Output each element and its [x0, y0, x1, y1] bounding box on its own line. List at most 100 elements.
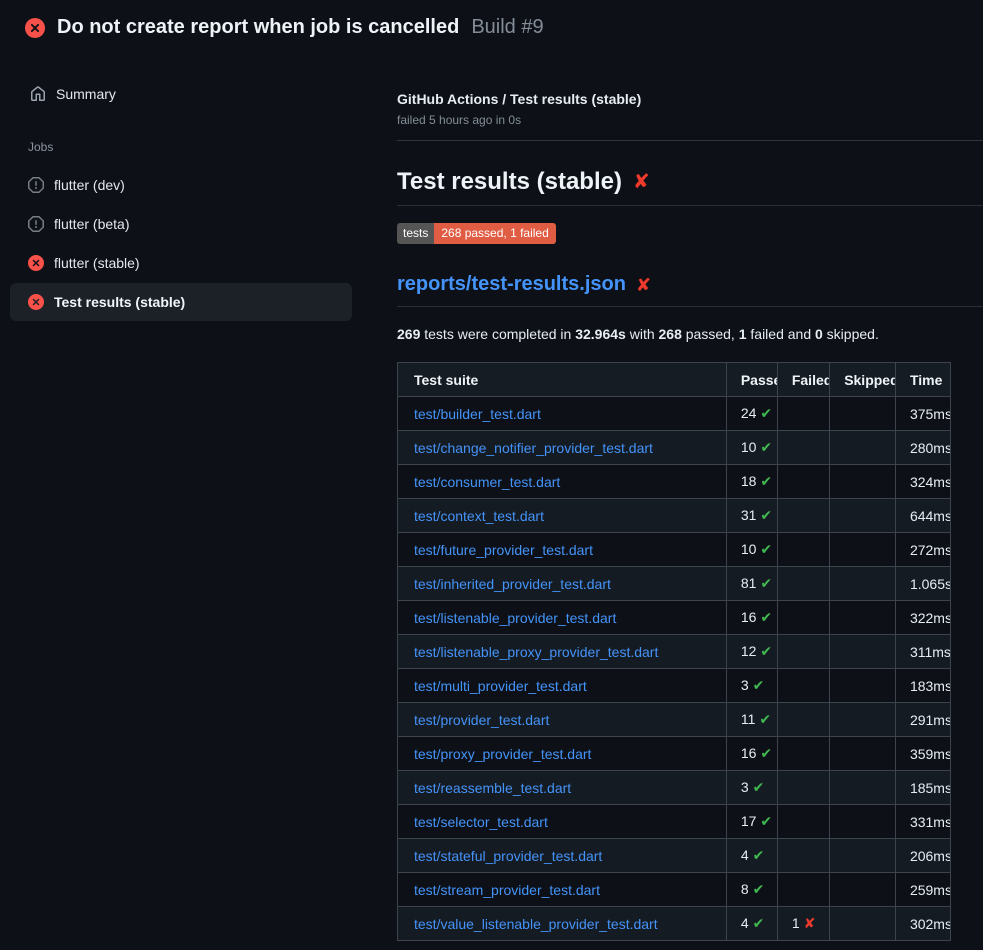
sidebar-item-flutter-stable[interactable]: flutter (stable)	[10, 244, 352, 282]
badge-value: 268 passed, 1 failed	[434, 223, 555, 244]
test-suite-link[interactable]: test/builder_test.dart	[414, 406, 541, 422]
jobs-list: flutter (dev)flutter (beta) flutter (stab…	[10, 166, 352, 321]
home-icon	[30, 86, 46, 102]
test-suite-link[interactable]: test/change_notifier_provider_test.dart	[414, 440, 653, 456]
failed-cell	[777, 465, 829, 499]
check-run-title-text: Test results (stable)	[397, 168, 622, 196]
time-cell: 322ms	[895, 601, 950, 635]
skipped-cell	[830, 703, 896, 737]
test-suite-link[interactable]: test/inherited_provider_test.dart	[414, 576, 611, 592]
table-row: test/proxy_provider_test.dart 16✔ 359ms	[398, 737, 951, 771]
tests-badge: tests 268 passed, 1 failed	[397, 223, 556, 244]
time-cell: 324ms	[895, 465, 950, 499]
summary-text: failed and	[747, 326, 816, 342]
report-file-heading: reports/test-results.json ✘	[397, 273, 983, 307]
table-row: test/change_notifier_provider_test.dart 1…	[398, 431, 951, 465]
failed-cell	[777, 703, 829, 737]
summary-text: passed,	[682, 326, 739, 342]
report-file-link[interactable]: reports/test-results.json	[397, 273, 626, 296]
skipped-cell	[830, 839, 896, 873]
sidebar-job-label: flutter (stable)	[54, 255, 140, 271]
test-suite-cell: test/context_test.dart	[398, 499, 727, 533]
time-cell: 359ms	[895, 737, 950, 771]
test-suite-link[interactable]: test/listenable_provider_test.dart	[414, 610, 616, 626]
test-suite-cell: test/listenable_provider_test.dart	[398, 601, 727, 635]
table-row: test/listenable_proxy_provider_test.dart…	[398, 635, 951, 669]
summary-text: tests were completed in	[420, 326, 575, 342]
failed-cell	[777, 499, 829, 533]
passed-count: 4	[741, 915, 749, 931]
test-suite-link[interactable]: test/future_provider_test.dart	[414, 542, 593, 558]
passed-count: 11	[741, 711, 756, 727]
passed-cell: 10✔	[726, 431, 777, 465]
table-row: test/provider_test.dart 11✔ 291ms	[398, 703, 951, 737]
check-icon: ✔	[760, 473, 772, 489]
time-cell: 311ms	[895, 635, 950, 669]
failed-cell	[777, 601, 829, 635]
test-suite-link[interactable]: test/reassemble_test.dart	[414, 780, 571, 796]
time-cell: 185ms	[895, 771, 950, 805]
sidebar-job-label: Test results (stable)	[54, 294, 185, 310]
passed-count: 4	[741, 847, 749, 863]
badge-label: tests	[397, 223, 434, 244]
sidebar-item-flutter-dev[interactable]: flutter (dev)	[10, 166, 352, 204]
check-icon: ✔	[760, 405, 772, 421]
test-suite-cell: test/builder_test.dart	[398, 397, 727, 431]
total-count: 269	[397, 326, 420, 342]
passed-cell: 3✔	[726, 771, 777, 805]
test-suite-link[interactable]: test/multi_provider_test.dart	[414, 678, 587, 694]
sidebar-item-flutter-beta[interactable]: flutter (beta)	[10, 205, 352, 243]
test-suite-link[interactable]: test/consumer_test.dart	[414, 474, 560, 490]
passed-cell: 16✔	[726, 737, 777, 771]
passed-cell: 11✔	[726, 703, 777, 737]
time-cell: 272ms	[895, 533, 950, 567]
table-row: test/inherited_provider_test.dart81✔1.06…	[398, 567, 951, 601]
passed-count: 12	[741, 643, 757, 659]
failed-x-icon: ✘	[633, 172, 650, 192]
test-suite-link[interactable]: test/listenable_proxy_provider_test.dart	[414, 644, 658, 660]
test-suite-link[interactable]: test/stream_provider_test.dart	[414, 882, 600, 898]
time-value: 302ms	[910, 916, 951, 932]
failed-cell	[777, 839, 829, 873]
skipped-cell	[830, 737, 896, 771]
table-row: test/multi_provider_test.dart3✔183ms	[398, 669, 951, 703]
time-cell: 644ms	[895, 499, 950, 533]
test-suite-link[interactable]: test/value_listenable_provider_test.dart	[414, 916, 658, 932]
check-status-line: failed 5 hours ago in 0s	[397, 113, 983, 127]
test-results-table: Test suite Passed Failed Skipped Time te…	[397, 362, 951, 941]
summary-text: skipped.	[823, 326, 879, 342]
failed-x-icon: ✘	[636, 276, 651, 294]
failed-cell	[777, 567, 829, 601]
passed-count: 268	[659, 326, 682, 342]
test-suite-link[interactable]: test/stateful_provider_test.dart	[414, 848, 602, 864]
time-cell: 302ms	[895, 907, 950, 941]
time-cell: 206ms	[895, 839, 950, 873]
passed-count: 3	[741, 779, 749, 795]
report-summary-sentence: 269 tests were completed in 32.964s with…	[397, 326, 983, 342]
sidebar-item-test-results-stable[interactable]: Test results (stable)	[10, 283, 352, 321]
build-number: Build #9	[471, 16, 543, 39]
time-value: 1.065s	[910, 576, 951, 592]
failed-cell	[777, 397, 829, 431]
time-cell: 183ms	[895, 669, 950, 703]
passed-count: 8	[741, 881, 749, 897]
test-suite-link[interactable]: test/proxy_provider_test.dart	[414, 746, 591, 762]
test-suite-link[interactable]: test/selector_test.dart	[414, 814, 548, 830]
check-icon: ✔	[760, 813, 772, 829]
table-row: test/context_test.dart31✔644ms	[398, 499, 951, 533]
time-cell: 291ms	[895, 703, 950, 737]
test-suite-link[interactable]: test/provider_test.dart	[414, 712, 549, 728]
passed-count: 31	[741, 507, 757, 523]
passed-count: 17	[741, 813, 757, 829]
time-cell: 259ms	[895, 873, 950, 907]
test-suite-cell: test/change_notifier_provider_test.dart	[398, 431, 727, 465]
sidebar-item-summary[interactable]: Summary	[10, 75, 352, 113]
test-suite-link[interactable]: test/context_test.dart	[414, 508, 544, 524]
passed-count: 10	[741, 541, 757, 557]
test-suite-cell: test/future_provider_test.dart	[398, 533, 727, 567]
passed-cell: 10✔	[726, 533, 777, 567]
skipped-cell	[830, 465, 896, 499]
passed-cell: 17✔	[726, 805, 777, 839]
failed-cell	[777, 805, 829, 839]
check-icon: ✔	[753, 847, 765, 863]
